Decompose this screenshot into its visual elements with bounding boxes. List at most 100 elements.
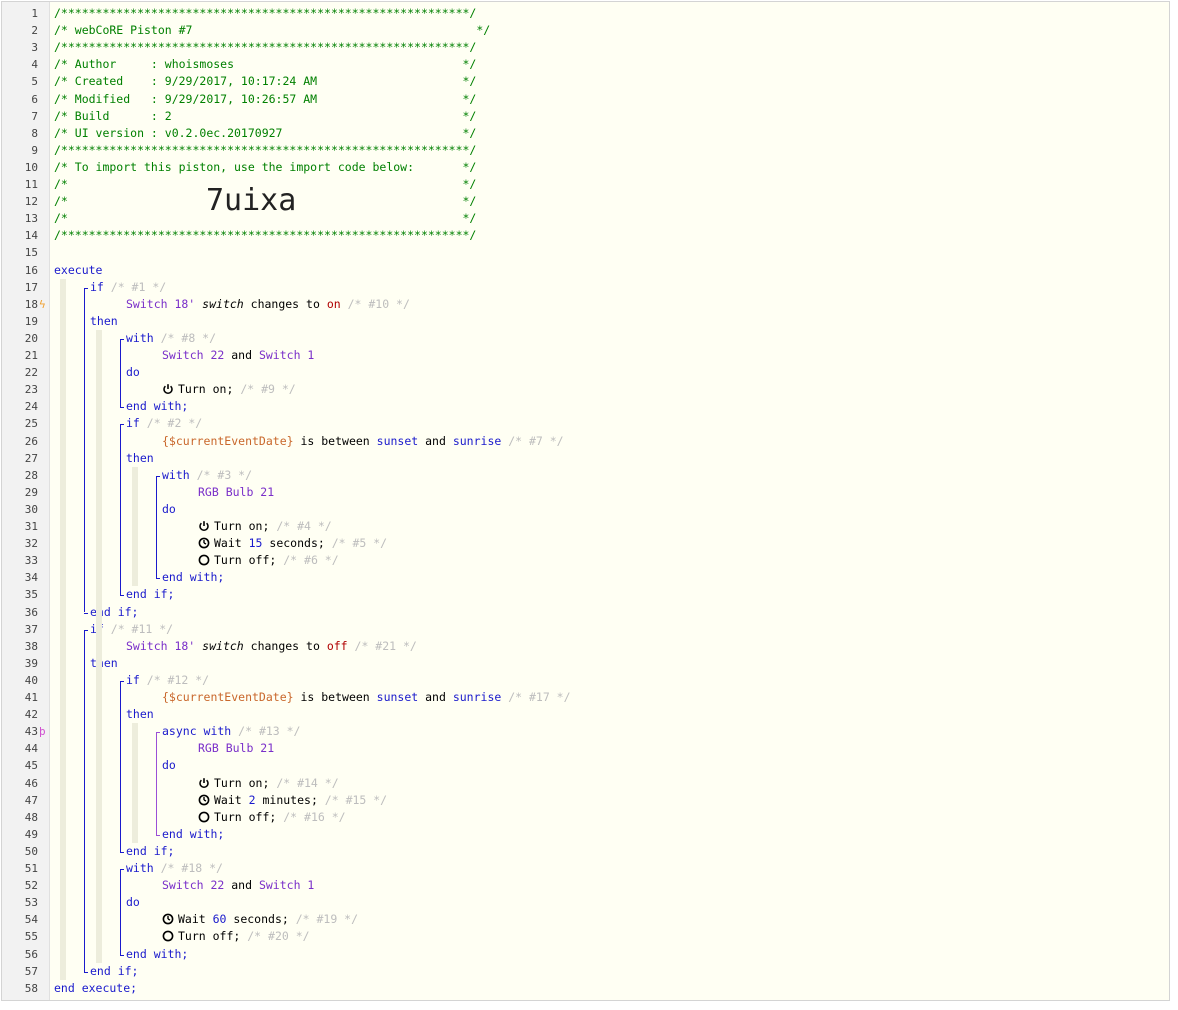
token: is between [300,690,377,704]
async-with-statement[interactable]: async with /* #13 */ [162,723,300,740]
token: do [126,365,140,380]
power-icon [199,777,209,788]
end-if-line[interactable]: end if; [126,586,174,603]
line-number: 51 [24,862,38,875]
do-line[interactable]: do [126,894,140,911]
device-list[interactable]: Switch 22 and Switch 1 [162,347,314,364]
condition[interactable]: Switch 18' switch changes to on /* #10 *… [126,296,410,313]
then-line[interactable]: then [126,450,154,467]
clock-icon [198,794,210,805]
bracket-tick [156,475,160,477]
block-bracket [84,287,85,613]
piston-code-editor[interactable]: 1 2 3 4 5 6 7 8 9 10 11 12 13 14 15 16 17 18 19 20 21 22 23 24 2… [1,1,1170,1001]
task[interactable]: Turn off; /* #16 */ [198,809,346,826]
token: Switch 22 [162,348,232,362]
token: with [126,861,161,875]
task[interactable]: Turn on; /* #9 */ [162,381,296,398]
token: and [231,348,259,362]
token: then [126,450,154,465]
end-if-line[interactable]: end if; [126,843,174,860]
token: sunrise [452,433,509,448]
line-number: 45 [24,759,38,773]
task[interactable]: Turn off; /* #20 */ [162,928,310,945]
condition[interactable]: Switch 18' switch changes to off /* #21 … [126,638,417,655]
then-line[interactable]: then [90,655,118,672]
token: sunset [376,433,426,448]
token: changes to [250,296,327,311]
do-line[interactable]: do [126,364,140,381]
if-statement[interactable]: if /* #12 */ [126,672,209,689]
token: Switch 1 [258,348,315,362]
token: changes to [250,638,327,653]
token: end if; [90,963,139,978]
end-with-line[interactable]: end with; [126,946,188,963]
do-line[interactable]: do [162,501,176,518]
execute-line[interactable]: execute [54,262,102,279]
device-list[interactable]: RGB Bulb 21 [198,484,274,501]
power-off-icon [198,554,210,566]
end-with-line[interactable]: end with; [162,826,224,843]
token: and [231,878,259,893]
block-bracket [120,338,121,408]
line-number: 37 [24,622,38,636]
parallel-icon: þ [39,725,46,739]
token: and [425,433,453,448]
condition[interactable]: {$currentEventDate} is between sunset an… [162,433,564,450]
header-comment-line: /* Build : 2 */ [54,108,477,123]
with-statement[interactable]: with /* #8 */ [126,330,216,347]
line-number: 7 [31,109,38,123]
token: /* #14 */ [276,775,339,790]
if-statement[interactable]: if /* #11 */ [90,621,173,638]
line-number: 16 [24,263,38,277]
header-comment-line: /* Author : whoismoses */ [54,57,477,72]
line-number: 9 [31,143,38,157]
block-bracket [120,424,121,596]
token: Turn on; [214,519,277,533]
token: async with [162,724,239,739]
condition[interactable]: {$currentEventDate} is between sunset an… [162,689,571,706]
block-bracket [156,732,157,835]
then-line[interactable]: then [126,706,154,723]
line-number: 55 [24,930,38,944]
token: with [126,330,161,345]
task[interactable]: Wait 2 minutes; /* #15 */ [198,792,387,809]
token: RGB Bulb 21 [198,484,275,499]
task[interactable]: Wait 15 seconds; /* #5 */ [198,535,387,552]
with-statement[interactable]: with /* #18 */ [126,860,223,877]
end-if-line[interactable]: end if; [90,963,138,980]
token: /* #8 */ [160,330,217,345]
bracket-tick [156,834,160,836]
token: 60 [212,912,234,927]
token: /* #13 */ [238,724,301,739]
device-list[interactable]: Switch 22 and Switch 1 [162,877,314,894]
line-number: 56 [24,947,38,961]
end-execute-line[interactable]: end execute; [54,980,137,997]
end-with-line[interactable]: end with; [162,569,224,586]
task[interactable]: Turn on; /* #4 */ [198,518,332,535]
token: /* #11 */ [110,621,174,636]
task[interactable]: Turn on; /* #14 */ [198,775,339,792]
with-statement[interactable]: with /* #3 */ [162,467,252,484]
device-list[interactable]: RGB Bulb 21 [198,740,274,757]
if-statement[interactable]: if /* #2 */ [126,415,202,432]
indent-guide [132,723,138,843]
line-number: 13 [24,212,38,226]
task[interactable]: Turn off; /* #6 */ [198,552,339,569]
bracket-tick [120,954,124,956]
if-statement[interactable]: if /* #1 */ [90,279,166,296]
end-with-line[interactable]: end with; [126,398,188,415]
line-number: 44 [24,742,38,756]
bracket-tick [120,680,124,682]
power-icon [199,521,209,532]
line-number: 34 [24,571,38,585]
do-line[interactable]: do [162,757,176,774]
line-number: 10 [24,160,38,174]
then-line[interactable]: then [90,313,118,330]
bracket-tick [156,578,160,580]
token: /* #5 */ [331,536,388,551]
power-off-icon [162,930,174,942]
bracket-tick [84,971,88,973]
bracket-tick [120,869,124,870]
line-number: 47 [24,793,38,807]
task[interactable]: Wait 60 seconds; /* #19 */ [162,911,358,928]
